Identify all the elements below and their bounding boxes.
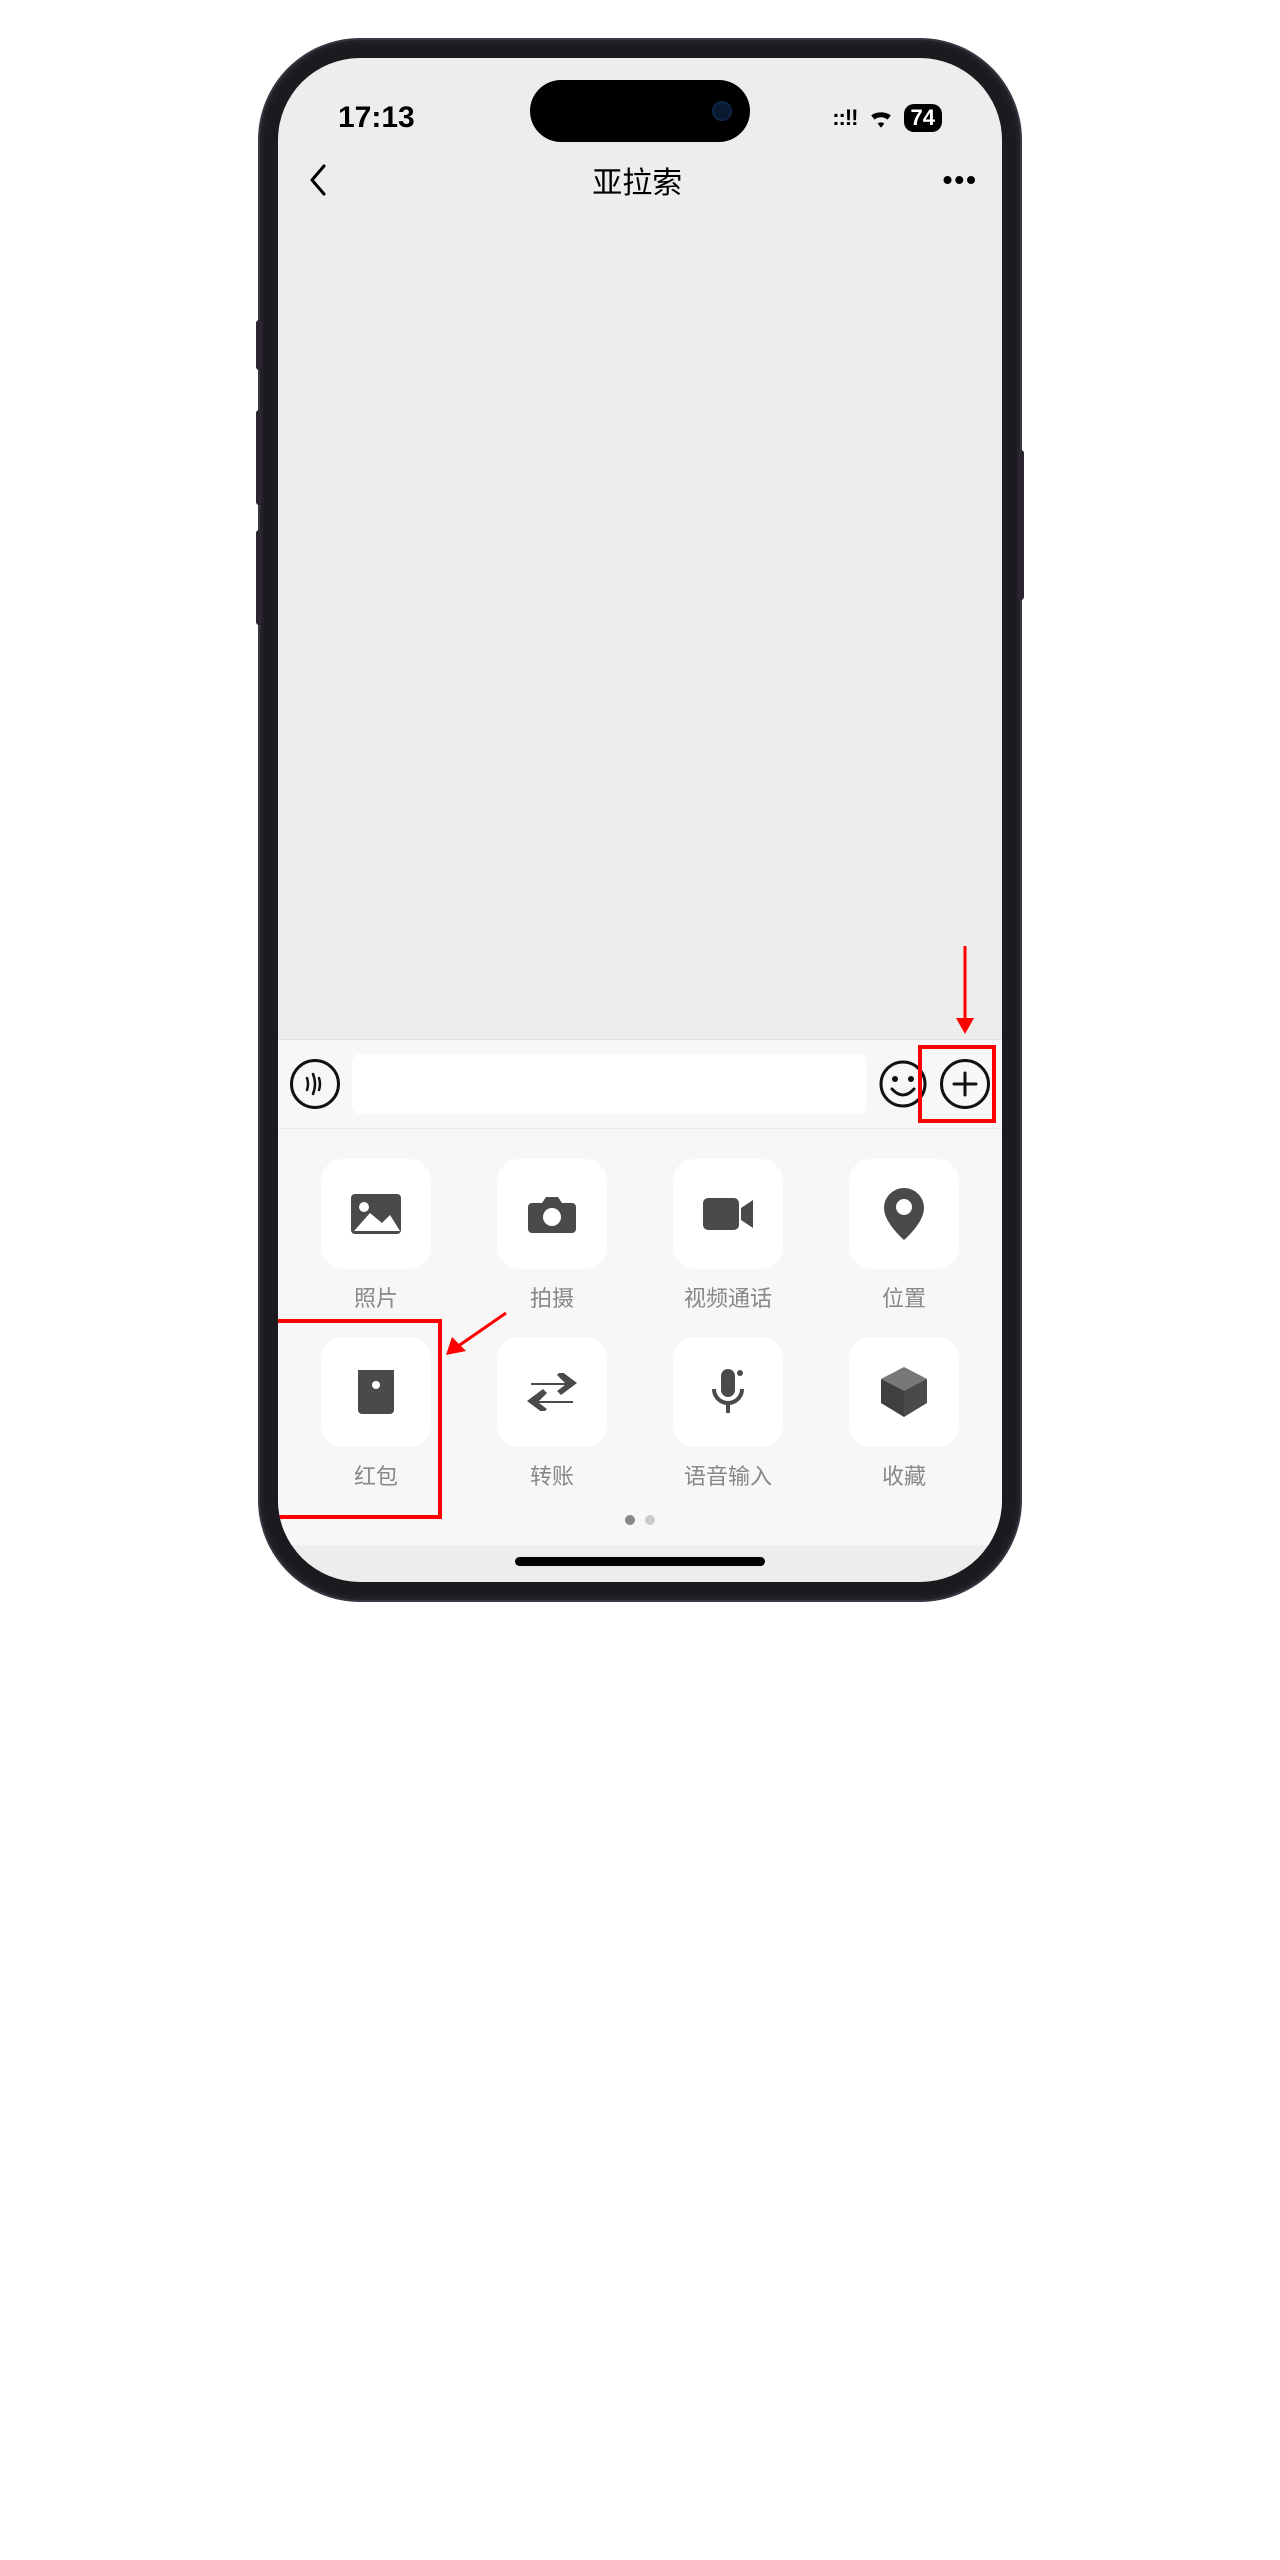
attach-label-voice: 语音输入 [684, 1459, 772, 1491]
attach-label-photo: 照片 [354, 1281, 398, 1313]
attach-item-photo[interactable]: 照片 [298, 1159, 454, 1313]
attach-item-redpacket[interactable]: 红包 [298, 1337, 454, 1491]
voice-input-toggle[interactable] [290, 1059, 340, 1109]
attach-item-location[interactable]: 位置 [826, 1159, 982, 1313]
status-time: 17:13 [338, 101, 415, 135]
message-text-input[interactable] [352, 1054, 866, 1114]
attach-item-camera[interactable]: 拍摄 [474, 1159, 630, 1313]
attach-label-redpacket: 红包 [354, 1459, 398, 1491]
attach-item-voice-input[interactable]: 语音输入 [650, 1337, 806, 1491]
attach-item-favorites[interactable]: 收藏 [826, 1337, 982, 1491]
emoji-button[interactable] [878, 1059, 928, 1109]
back-button[interactable] [302, 165, 332, 195]
attach-item-video-call[interactable]: 视频通话 [650, 1159, 806, 1313]
signal-icon: ::!! [832, 105, 857, 131]
attach-label-camera: 拍摄 [530, 1281, 574, 1313]
attach-label-favorites: 收藏 [882, 1459, 926, 1491]
page-indicator [298, 1515, 982, 1525]
wifi-icon [868, 108, 894, 128]
attach-plus-button[interactable] [940, 1059, 990, 1109]
phone-frame: 17:13 ::!! 74 亚拉索 ••• [260, 40, 1020, 1600]
attachment-panel: 照片 拍摄 视频通话 位置 [278, 1128, 1002, 1545]
more-button[interactable]: ••• [943, 164, 978, 196]
chat-message-area[interactable] [278, 218, 1002, 1039]
chat-title: 亚拉索 [592, 158, 682, 202]
chat-input-bar [278, 1039, 1002, 1128]
attach-label-transfer: 转账 [530, 1459, 574, 1491]
attach-label-location: 位置 [882, 1281, 926, 1313]
attach-item-transfer[interactable]: 转账 [474, 1337, 630, 1491]
attach-label-video: 视频通话 [684, 1281, 772, 1313]
phone-screen: 17:13 ::!! 74 亚拉索 ••• [278, 58, 1002, 1582]
dynamic-island [530, 80, 750, 142]
home-indicator[interactable] [515, 1557, 765, 1566]
battery-indicator: 74 [904, 104, 942, 132]
